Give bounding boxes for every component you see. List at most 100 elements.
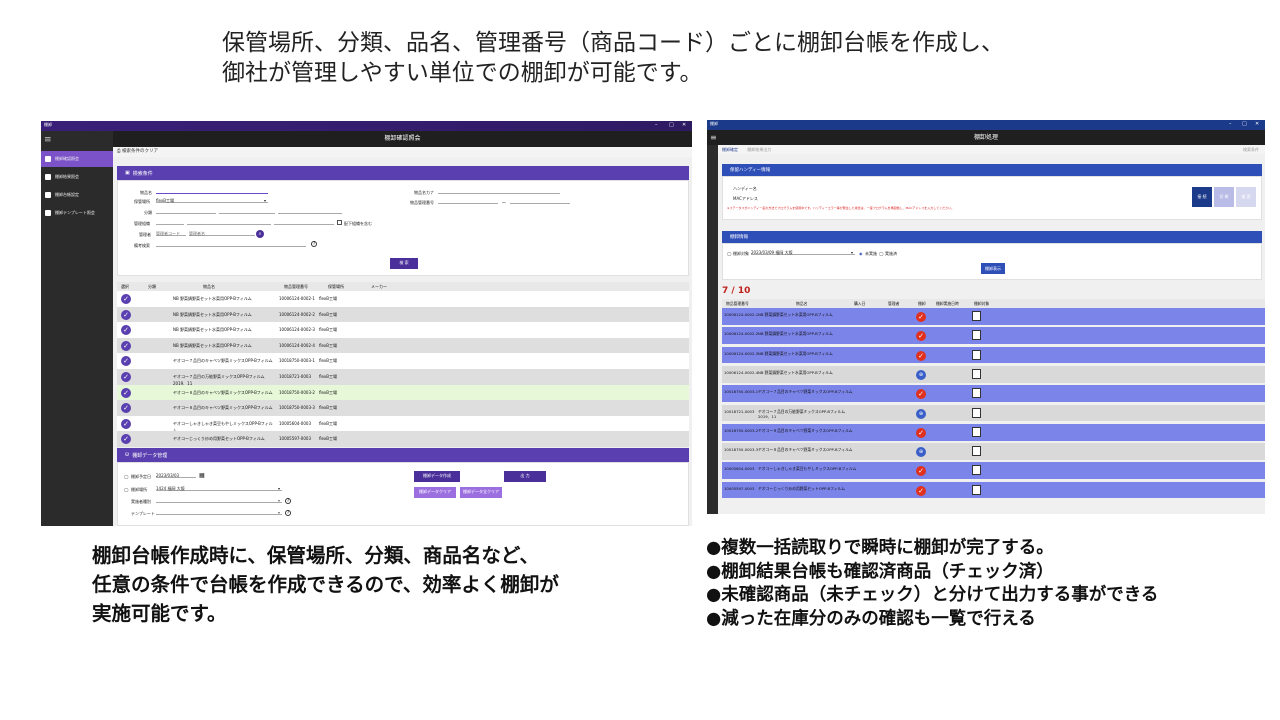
help-icon[interactable]: ? [285,498,291,504]
check-icon[interactable]: ✓ [121,372,131,382]
table-row[interactable]: 10006124-0002-4 NB 野菜鍋野菜セット水菜用OPP-Bフィルム ⊕ [722,365,1265,383]
minimize-icon[interactable]: – [1229,121,1232,127]
sidebar-item[interactable]: 棚卸台帳設定 [41,187,113,203]
disconnect-button[interactable]: 切 断 [1214,187,1234,207]
table-row[interactable]: 10006124-0002-3 NB 野菜鍋野菜セット水菜用OPP-Bフィルム ✓ [722,346,1265,364]
manager-code-input[interactable]: 管理者コード [156,231,186,236]
planned-date-radio[interactable]: ◯ [124,474,128,479]
sidebar-item[interactable]: 棚卸確認照会 [41,151,113,167]
target-checkbox[interactable] [972,446,981,457]
check-icon[interactable]: ✓ [121,403,131,414]
manager-name-input[interactable]: 管理者名 [189,231,255,236]
category-select-1[interactable] [156,209,216,214]
check-icon[interactable]: ✓ [121,434,131,445]
close-icon[interactable]: ✕ [682,122,686,128]
inventory-place-radio[interactable]: ◯ [124,487,128,492]
manager-search-icon[interactable]: ⌕ [256,230,264,238]
table-row[interactable]: 10018750-0003-2 ヤオコー８品目のキャベツ野菜ミックスOPP-Bフィ… [722,423,1265,441]
check-icon[interactable]: ✓ [121,294,131,304]
target-radio[interactable]: ◯ [727,251,731,256]
grid-header-cell: 物品名 [203,284,215,289]
include-sub-label: 配下組織を含む [344,221,372,226]
help-icon[interactable]: ? [285,510,291,516]
mgmt-org-select-3[interactable] [274,220,334,225]
table-row[interactable]: ✓ ヤオコーしゃきしゃき菜豆もやしミックスOPP-Bフィルム 10005604-00… [117,415,689,433]
table-row[interactable]: ✓ ヤオコー７品目のキャベツ野菜ミックスOPP-Bフィルム 10018750-000… [117,353,689,369]
target-checkbox[interactable] [972,465,981,476]
table-row[interactable]: ✓ NB 野菜鍋野菜セット水菜用OPP-Bフィルム 10006124-0002-2 f… [117,306,689,323]
category-select-2[interactable] [219,209,275,214]
close-icon[interactable]: ✕ [1255,121,1259,127]
table-row[interactable]: 10018750-0003-3 ヤオコー８品目のキャベツ野菜ミックスOPP-Bフィ… [722,443,1265,460]
category-select-3[interactable] [278,209,342,214]
target-checkbox[interactable] [972,484,981,495]
target-checkbox[interactable] [972,311,981,321]
check-icon[interactable]: ✓ [121,309,131,320]
target-checkbox[interactable] [972,368,981,379]
table-row[interactable]: 10005604-0003 ヤオコーしゃきしゃき菜豆もやしミックスOPP-Bフィル… [722,462,1265,480]
planned-date-input[interactable]: 2023/03/03 [156,473,196,478]
table-row[interactable]: ✓ ヤオコー８品目のキャベツ野菜ミックスOPP-Bフィルム 10018750-000… [117,400,689,416]
confirm-inventory-button[interactable]: 棚卸確定 [722,147,738,152]
item-name-input[interactable] [156,189,268,194]
inventory-place-select[interactable]: 1424 福岡 大阪 ▾ [156,486,282,491]
item-kana-input[interactable] [438,189,560,194]
search-button[interactable]: 検 索 [390,258,418,269]
output-button[interactable]: 出 力 [504,471,546,482]
template-select[interactable]: ▾ [156,510,282,515]
table-row[interactable]: 10018721-0003 ヤオコー７品目の万能野菜ミックスOPP-Bフィルム 2… [722,404,1265,422]
target-select[interactable]: 2023/03/09 福岡 大阪 ▾ [751,250,855,255]
calendar-icon[interactable]: ▦ [199,472,205,479]
show-inventory-button[interactable]: 棚卸表示 [981,263,1005,274]
done-radio[interactable]: ◯ [879,251,883,256]
handy-search-button[interactable]: 検 索 [1236,187,1256,207]
table-row[interactable]: 10018750-0003-1 ヤオコー７品目のキャベツ野菜ミックスOPP-Bフィ… [722,385,1265,402]
check-icon[interactable]: ✓ [121,340,131,351]
sidebar-item[interactable]: 棚卸結果照会 [41,169,113,185]
table-row[interactable]: ✓ NB 野菜鍋野菜セット水菜用OPP-Bフィルム 10006124-0002-4 f… [117,337,689,354]
check-icon[interactable]: ✓ [121,325,131,336]
maximize-icon[interactable]: □ [669,122,674,128]
clear-all-data-button[interactable]: 棚卸データ全クリア [460,487,502,498]
export-result-button[interactable]: 棚卸結果出力 [747,147,771,152]
target-checkbox[interactable] [972,426,981,437]
storage-select[interactable]: flexB工場 ▾ [156,198,268,203]
clear-data-button[interactable]: 棚卸データクリア [414,487,456,498]
executor-select[interactable]: ▾ [156,498,282,503]
table-row[interactable]: ✓ NB 野菜鍋野菜セット水菜用OPP-Bフィルム 10006124-0002-3 f… [117,322,689,338]
mgmt-org-select-1[interactable] [156,220,184,225]
check-icon[interactable]: ✓ [121,418,131,429]
clear-filter-icon[interactable]: ⎙ [117,149,121,154]
table-row[interactable]: 10006124-0002-2 NB 野菜鍋野菜セット水菜用OPP-Bフィルム ✓ [722,327,1265,345]
target-checkbox[interactable] [972,407,981,418]
item-mgmt-no-to[interactable] [510,199,570,204]
help-icon[interactable]: ? [311,241,317,247]
check-icon[interactable]: ✓ [121,356,131,367]
item-mgmt-no-from[interactable] [438,199,498,204]
manager-name-placeholder: 管理者名 [189,231,205,236]
target-checkbox[interactable] [972,349,981,360]
remarks-input[interactable] [156,242,306,247]
table-row[interactable]: 10005597-0003 ヤオコーじっくり炒め用野菜セットOPP-Bフィルム ✓ [722,481,1265,499]
sidebar-item[interactable]: 棚卸テンプレート照会 [41,205,113,221]
table-row[interactable]: ✓ NB 野菜鍋野菜セット水菜用OPP-Bフィルム 10006124-0002-1 f… [117,291,689,307]
table-row[interactable]: ✓ ヤオコー８品目のキャベツ野菜ミックスOPP-Bフィルム 10018750-000… [117,384,689,401]
hamburger-menu-icon[interactable]: ≡ [710,133,717,142]
table-row[interactable]: ✓ ヤオコーじっくり炒め用野菜セットOPP-Bフィルム 10005597-0003 f… [117,431,689,447]
check-icon[interactable]: ✓ [121,387,131,398]
maximize-icon[interactable]: □ [1242,121,1247,127]
table-row[interactable]: ✓ ヤオコー７品目の万能野菜ミックスOPP-Bフィルム 2019、11 100187… [117,369,689,386]
minimize-icon[interactable]: – [655,122,658,128]
hamburger-menu-icon[interactable]: ≡ [44,135,52,145]
table-row[interactable]: 10006124-0002-1 NB 野菜鍋野菜セット水菜用OPP-Bフィルム ✓ [722,308,1265,325]
data-panel: ◯ 棚卸予定日 2023/03/03 ▦ ◯ 棚卸場所 1424 福岡 大阪 ▾ … [117,462,689,526]
connect-button[interactable]: 接 続 [1192,187,1212,207]
mgmt-org-select-2[interactable] [187,220,271,225]
clear-conditions-button[interactable]: 検索条件のクリア [122,149,158,154]
target-checkbox[interactable] [972,330,981,341]
include-sub-checkbox[interactable] [337,220,342,225]
search-conditions-button[interactable]: 検索条件 [1243,145,1259,154]
create-data-button[interactable]: 棚卸データ作成 [414,471,460,482]
target-checkbox[interactable] [972,388,981,399]
not-done-radio[interactable]: ◉ [859,251,863,256]
